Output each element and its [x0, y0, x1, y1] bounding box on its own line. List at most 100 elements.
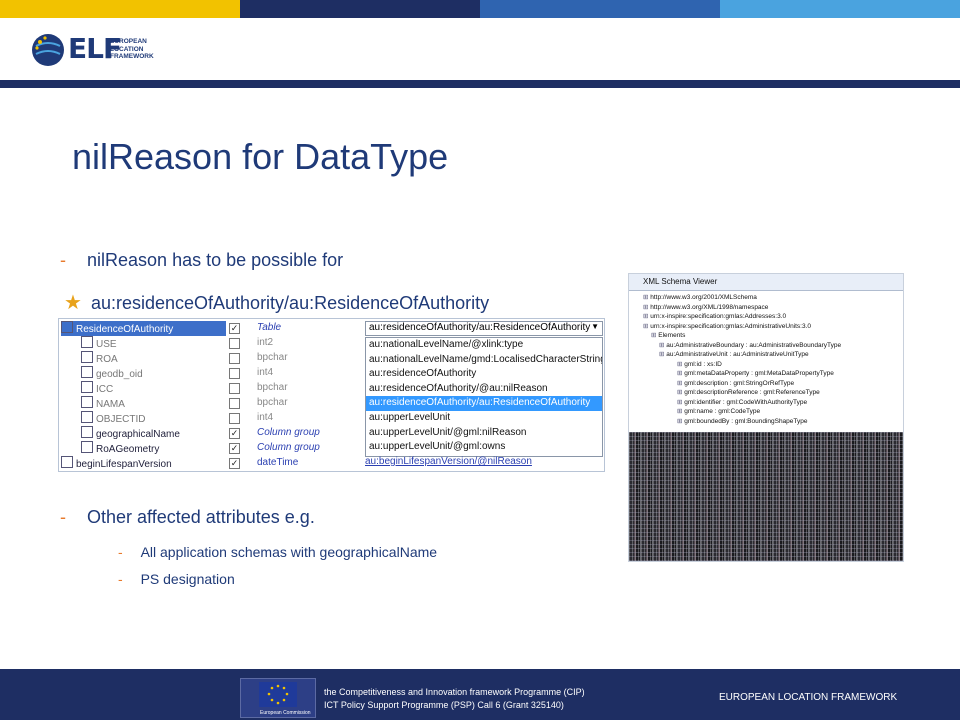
dropdown-list[interactable]: au:nationalLevelName/@xlink:type au:natio… — [365, 337, 603, 457]
dropdown-option[interactable]: au:residenceOfAuthority — [366, 367, 602, 382]
bullet-1: - nilReason has to be possible for — [60, 250, 343, 271]
tree-row[interactable]: USE — [81, 336, 117, 351]
dropdown-option[interactable]: au:residenceOfAuthority/au:ResidenceOfAu… — [366, 396, 602, 411]
include-checkbox[interactable]: ✓ — [229, 428, 240, 439]
field-type: bpchar — [257, 352, 288, 363]
footer-line-2: ICT Policy Support Programme (PSP) Call … — [324, 700, 564, 710]
schema-node-label: gml:description : gml:StringOrRefType — [684, 379, 795, 387]
tree-row-label: ROA — [96, 354, 118, 365]
tree-row-label: ICC — [96, 384, 114, 395]
footer-right: EUROPEAN LOCATION FRAMEWORK — [719, 692, 898, 703]
tree-row[interactable]: ICC — [81, 381, 113, 396]
field-icon — [61, 321, 73, 333]
schema-node[interactable]: ⊞ gml:id : xs:ID — [629, 360, 903, 370]
dropdown-option[interactable]: au:upperLevelUnit — [366, 411, 602, 426]
tree-row-label: OBJECTID — [96, 414, 146, 425]
bullet-3b: - PS designation — [118, 571, 235, 587]
logo-caption: EUROPEAN LOCATION FRAMEWORK — [110, 38, 154, 60]
include-checkbox[interactable]: ✓ — [229, 323, 240, 334]
star-icon: ★ — [64, 292, 82, 314]
schema-node-label: http://www.w3.org/2001/XMLSchema — [650, 294, 757, 301]
tree-row[interactable]: ROA — [81, 351, 118, 366]
schema-node[interactable]: ⊞ urn:x-inspire:specification:gmlas:Addr… — [629, 312, 903, 322]
schema-node[interactable]: ⊞ gml:boundedBy : gml:BoundingShapeType — [629, 417, 903, 427]
include-checkbox[interactable] — [229, 338, 240, 349]
schema-node-label: au:AdministrativeUnit : au:Administrativ… — [666, 351, 809, 358]
field-type: int4 — [257, 412, 274, 423]
schema-node-label: au:AdministrativeBoundary : au:Administr… — [666, 341, 842, 349]
field-icon — [81, 366, 93, 378]
schema-node[interactable]: ⊞ gml:description : gml:StringOrRefType — [629, 379, 903, 389]
top-bar-lightblue — [720, 0, 960, 18]
schema-node[interactable]: ⊞ gml:identifier : gml:CodeWithAuthority… — [629, 398, 903, 408]
dropdown-option[interactable]: au:upperLevelUnit/@gml:owns — [366, 440, 602, 455]
schema-node[interactable]: ⊞ http://www.w3.org/XML/1998/namespace — [629, 303, 903, 313]
chevron-down-icon[interactable]: ▼ — [591, 322, 599, 331]
dash-icon: - — [60, 250, 66, 270]
tree-row[interactable]: beginLifespanVersion — [61, 456, 172, 471]
include-checkbox[interactable] — [229, 353, 240, 364]
dash-icon: - — [118, 544, 123, 560]
dropdown-option[interactable]: au:upperLevelUnit/@gml:nilReason — [366, 426, 602, 441]
schema-node[interactable]: ⊞ gml:name : gml:CodeType — [629, 407, 903, 417]
tree-row-label: ResidenceOfAuthority — [76, 324, 174, 335]
tree-row[interactable]: geographicalName — [81, 426, 180, 441]
field-icon — [81, 351, 93, 363]
footer-line-1: the Competitiveness and Innovation frame… — [324, 687, 585, 697]
tree-row-label: beginLifespanVersion — [76, 459, 172, 470]
top-bar-blue — [480, 0, 720, 18]
field-type: int4 — [257, 367, 274, 378]
bullet-3: - Other affected attributes e.g. — [60, 507, 315, 528]
schema-node[interactable]: ⊞ gml:descriptionReference : gml:Referen… — [629, 388, 903, 398]
footer: European Commission the Competitiveness … — [0, 669, 960, 720]
corrupted-image-region — [629, 432, 903, 561]
tree-row-label: NAMA — [96, 399, 125, 410]
tree-row[interactable]: OBJECTID — [81, 411, 145, 426]
last-mapping[interactable]: au:beginLifespanVersion/@nilReason — [365, 456, 532, 467]
include-checkbox[interactable] — [229, 368, 240, 379]
schema-node-label: gml:boundedBy : gml:BoundingShapeType — [684, 417, 808, 425]
schema-node[interactable]: ⊞ au:AdministrativeUnit : au:Administrat… — [629, 350, 903, 360]
tree-row-label: USE — [96, 339, 117, 350]
tree-row[interactable]: geodb_oid — [81, 366, 143, 381]
field-type: Table — [257, 322, 282, 333]
include-checkbox[interactable] — [229, 398, 240, 409]
include-checkbox[interactable]: ✓ — [229, 443, 240, 454]
field-type: Column group — [257, 442, 320, 453]
include-checkbox[interactable] — [229, 413, 240, 424]
schema-node[interactable]: ⊞ Elements — [629, 331, 903, 341]
ec-label: European Commission — [260, 710, 311, 716]
tree-row[interactable]: NAMA — [81, 396, 125, 411]
schema-node-label: Elements — [658, 332, 686, 339]
dash-icon: - — [118, 571, 123, 587]
schema-node-label: urn:x-inspire:specification:gmlas:Admini… — [650, 322, 812, 330]
schema-node[interactable]: ⊞ au:AdministrativeBoundary : au:Adminis… — [629, 341, 903, 351]
schema-node-label: gml:identifier : gml:CodeWithAuthorityTy… — [684, 398, 808, 406]
globe-icon — [32, 34, 64, 66]
field-icon — [61, 456, 73, 468]
dropdown-option[interactable]: au:nationalLevelName/@xlink:type — [366, 338, 602, 353]
dropdown-option[interactable]: au:nationalLevelName/gmd:LocalisedCharac… — [366, 353, 602, 368]
dash-icon: - — [60, 507, 66, 527]
schema-node[interactable]: ⊞ gml:metaDataProperty : gml:MetaDataPro… — [629, 369, 903, 379]
schema-node[interactable]: ⊞ http://www.w3.org/2001/XMLSchema — [629, 293, 903, 303]
bullet-1-text: nilReason has to be possible for — [87, 250, 344, 270]
footer-programme: the Competitiveness and Innovation frame… — [324, 686, 585, 712]
mapping-panel: ResidenceOfAuthority ✓ Table USE int2 ROA bpch… — [58, 318, 605, 472]
dropdown-value: au:residenceOfAuthority/au:ResidenceOfAu… — [369, 322, 591, 333]
dropdown-option[interactable]: au:residenceOfAuthority/@au:nilReason — [366, 382, 602, 397]
top-bar-navy — [240, 0, 480, 18]
tree-row[interactable]: RoAGeometry — [81, 441, 159, 456]
tree-row-label: RoAGeometry — [96, 444, 160, 455]
include-checkbox[interactable]: ✓ — [229, 458, 240, 469]
header-rule — [0, 80, 960, 88]
slide-title: nilReason for DataType — [72, 136, 449, 177]
tree-row-label: geodb_oid — [96, 369, 143, 380]
target-dropdown[interactable]: au:residenceOfAuthority/au:ResidenceOfAu… — [365, 321, 603, 336]
schema-node-label: gml:descriptionReference : gml:Reference… — [684, 389, 820, 396]
tree-row-label: geographicalName — [96, 429, 180, 440]
tree-row[interactable]: ResidenceOfAuthority — [61, 321, 226, 336]
include-checkbox[interactable] — [229, 383, 240, 394]
schema-node[interactable]: ⊞ urn:x-inspire:specification:gmlas:Admi… — [629, 322, 903, 332]
field-icon — [81, 426, 93, 438]
